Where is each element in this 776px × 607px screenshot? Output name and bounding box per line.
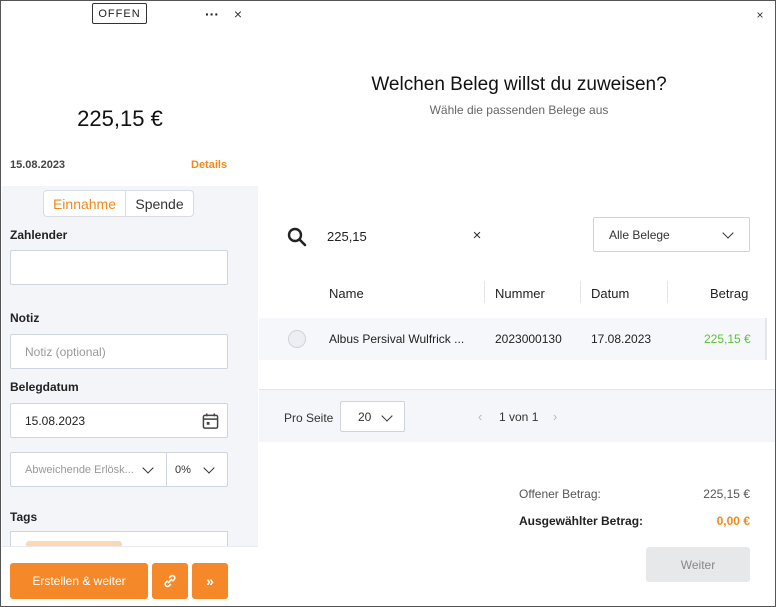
- clear-search-icon[interactable]: ×: [469, 227, 485, 244]
- column-name[interactable]: Name: [329, 286, 364, 301]
- column-datum[interactable]: Datum: [591, 286, 629, 301]
- erloeskonto-select[interactable]: Abweichende Erlösk...: [11, 453, 167, 486]
- ausgewaehlter-betrag-label: Ausgewählter Betrag:: [519, 514, 644, 528]
- table-header: Name Nummer Datum Betrag: [259, 278, 775, 308]
- transaction-date: 15.08.2023: [10, 159, 66, 171]
- page-title: Welchen Beleg willst du zuweisen?: [371, 74, 667, 95]
- document-filter-select[interactable]: Alle Belege: [593, 217, 750, 252]
- column-divider: [580, 281, 581, 303]
- tax-value: 0%: [175, 463, 191, 476]
- ausgewaehlter-betrag-value: 0,00 €: [716, 514, 750, 528]
- chevron-down-icon: [722, 227, 734, 239]
- details-link[interactable]: Details: [191, 159, 227, 171]
- type-segment: Einnahme Spende: [43, 190, 194, 217]
- more-options-icon[interactable]: ···: [203, 6, 221, 22]
- document-filter-value: Alle Belege: [609, 227, 670, 242]
- tax-select[interactable]: 0%: [167, 453, 227, 486]
- transaction-form: Einnahme Spende Zahlender Notiz Notiz (o…: [2, 186, 258, 546]
- chevron-down-icon: [381, 410, 393, 422]
- action-bar: Erstellen & weiter »: [2, 546, 258, 606]
- pagination-bar: Pro Seite 20 ‹ 1 von 1 ›: [259, 389, 775, 442]
- per-page-value: 20: [358, 409, 372, 424]
- segment-spende[interactable]: Spende: [126, 191, 193, 216]
- dialog-window: OFFEN ··· × 225,15 € 15.08.2023 Details …: [0, 0, 776, 607]
- per-page-select[interactable]: 20: [340, 401, 405, 432]
- zahlender-input[interactable]: [10, 250, 228, 285]
- close-icon[interactable]: ×: [753, 8, 767, 22]
- search-icon: [287, 227, 307, 247]
- table-row[interactable]: Albus Persival Wulfrick ... 2023000130 1…: [259, 318, 767, 360]
- next-page-icon[interactable]: ›: [553, 409, 557, 424]
- link-icon: [164, 574, 176, 588]
- row-scrollbar[interactable]: [765, 318, 767, 360]
- row-name: Albus Persival Wulfrick ...: [329, 332, 465, 346]
- zahlender-label: Zahlender: [10, 228, 68, 242]
- notiz-label: Notiz: [10, 311, 40, 325]
- belegdatum-label: Belegdatum: [10, 380, 79, 394]
- close-icon[interactable]: ×: [230, 6, 246, 22]
- tags-label: Tags: [10, 510, 38, 524]
- column-divider: [484, 281, 485, 303]
- segment-einnahme[interactable]: Einnahme: [44, 191, 126, 216]
- transaction-amount: 225,15 €: [77, 106, 163, 131]
- previous-page-icon[interactable]: ‹: [478, 409, 482, 424]
- chevron-down-icon: [203, 462, 215, 474]
- erloeskonto-placeholder: Abweichende Erlösk...: [25, 463, 134, 476]
- row-select-radio[interactable]: [288, 330, 306, 348]
- chevron-down-icon: [142, 462, 154, 474]
- notiz-input[interactable]: Notiz (optional): [10, 334, 228, 369]
- offener-betrag-value: 225,15 €: [703, 487, 750, 501]
- belegdatum-input[interactable]: 15.08.2023: [10, 403, 228, 438]
- transaction-panel: OFFEN ··· × 225,15 € 15.08.2023 Details …: [2, 2, 258, 606]
- row-datum: 17.08.2023: [591, 332, 652, 346]
- row-nummer: 2023000130: [495, 332, 562, 346]
- column-divider: [667, 281, 668, 303]
- column-betrag[interactable]: Betrag: [710, 286, 748, 301]
- transaction-header: OFFEN ··· × 225,15 € 15.08.2023 Details: [2, 2, 258, 186]
- weiter-button[interactable]: Weiter: [646, 547, 750, 582]
- per-page-label: Pro Seite: [284, 411, 334, 425]
- belegdatum-value: 15.08.2023: [25, 413, 86, 428]
- page-info: 1 von 1: [499, 410, 539, 424]
- page-subtitle: Wähle die passenden Belege aus: [429, 103, 609, 117]
- column-nummer[interactable]: Nummer: [495, 286, 545, 301]
- calendar-icon[interactable]: [202, 412, 219, 430]
- erloes-tax-row: Abweichende Erlösk... 0%: [10, 452, 228, 487]
- offener-betrag-label: Offener Betrag:: [519, 487, 601, 501]
- forward-button[interactable]: »: [192, 563, 228, 599]
- link-button[interactable]: [152, 563, 188, 599]
- row-betrag: 225,15 €: [704, 332, 751, 346]
- document-assignment-panel: × Welchen Beleg willst du zuweisen? Wähl…: [259, 2, 775, 606]
- status-badge: OFFEN: [92, 3, 147, 24]
- create-next-button[interactable]: Erstellen & weiter: [10, 563, 148, 599]
- search-input[interactable]: 225,15: [327, 226, 487, 246]
